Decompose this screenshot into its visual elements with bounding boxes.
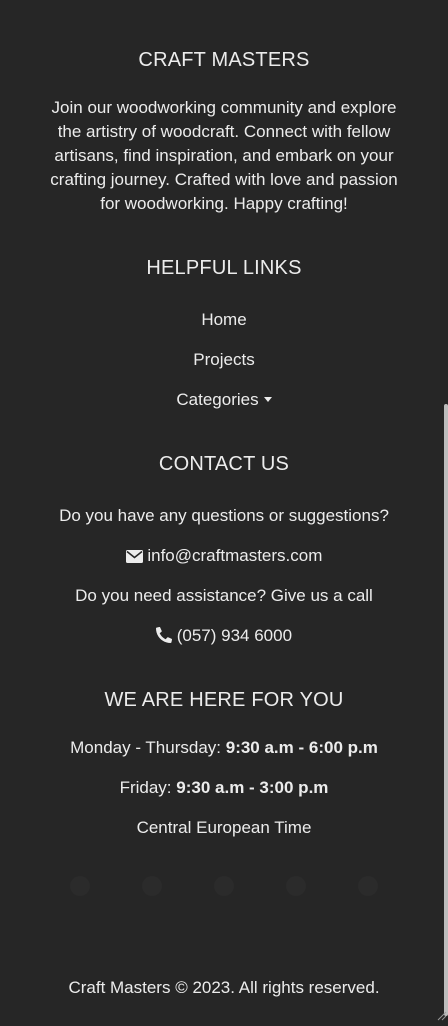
caret-down-icon: [263, 397, 272, 403]
about-line: the artistry of woodcraft. Connect with …: [57, 122, 391, 141]
contact-email-row: info@craftmasters.com: [0, 544, 448, 568]
phone-icon: [155, 626, 172, 645]
envelope-icon: [125, 546, 143, 565]
hours-friday-label: Friday:: [119, 778, 172, 797]
hours-weekday-row: Monday - Thursday: 9:30 a.m - 6:00 p.m: [0, 736, 448, 760]
scrollbar-thumb[interactable]: [444, 404, 448, 1016]
about-line: Join our woodworking community and explo…: [51, 98, 397, 117]
hours-weekday-label: Monday - Thursday:: [70, 738, 221, 757]
hours-title: WE ARE HERE FOR YOU: [104, 689, 344, 711]
footer-copyright: Craft Masters © 2023. All rights reserve…: [68, 978, 380, 997]
links-list: Home: [0, 308, 448, 332]
instagram-icon[interactable]: [214, 876, 234, 896]
about-line: for woodworking. Happy crafting!: [100, 194, 348, 213]
youtube-icon[interactable]: [358, 876, 378, 896]
contact-phone-link[interactable]: (057) 934 6000: [177, 626, 292, 645]
about-title: CRAFT MASTERS: [138, 49, 310, 71]
links-list-projects-row: Projects: [0, 348, 448, 372]
about-line: artisans, find inspiration, and embark o…: [54, 146, 394, 165]
contact-question: Do you have any questions or suggestions…: [59, 506, 389, 525]
hours-timezone: Central European Time: [136, 818, 312, 837]
categories-label: Categories: [176, 390, 259, 409]
hours-weekday-time: 9:30 a.m - 6:00 p.m: [225, 738, 378, 757]
link-projects[interactable]: Projects: [193, 350, 254, 369]
resize-grip-icon[interactable]: [437, 1006, 447, 1021]
hours-friday-row: Friday: 9:30 a.m - 3:00 p.m: [0, 776, 448, 800]
link-home[interactable]: Home: [201, 310, 246, 329]
about-description: Join our woodworking community and explo…: [36, 96, 412, 216]
twitter-icon[interactable]: [142, 876, 162, 896]
hours-friday-time: 9:30 a.m - 3:00 p.m: [176, 778, 329, 797]
categories-dropdown[interactable]: Categories: [176, 390, 272, 409]
contact-assistance: Do you need assistance? Give us a call: [75, 586, 373, 605]
contact-phone-row: (057) 934 6000: [0, 624, 448, 648]
links-title: HELPFUL LINKS: [146, 257, 302, 279]
facebook-icon[interactable]: [70, 876, 90, 896]
contact-email-link[interactable]: info@craftmasters.com: [147, 546, 322, 565]
links-list-categories-row: Categories: [0, 388, 448, 412]
about-line: crafting journey. Crafted with love and …: [50, 170, 398, 189]
social-links: [0, 876, 448, 900]
contact-title: CONTACT US: [158, 453, 290, 475]
pinterest-icon[interactable]: [286, 876, 306, 896]
